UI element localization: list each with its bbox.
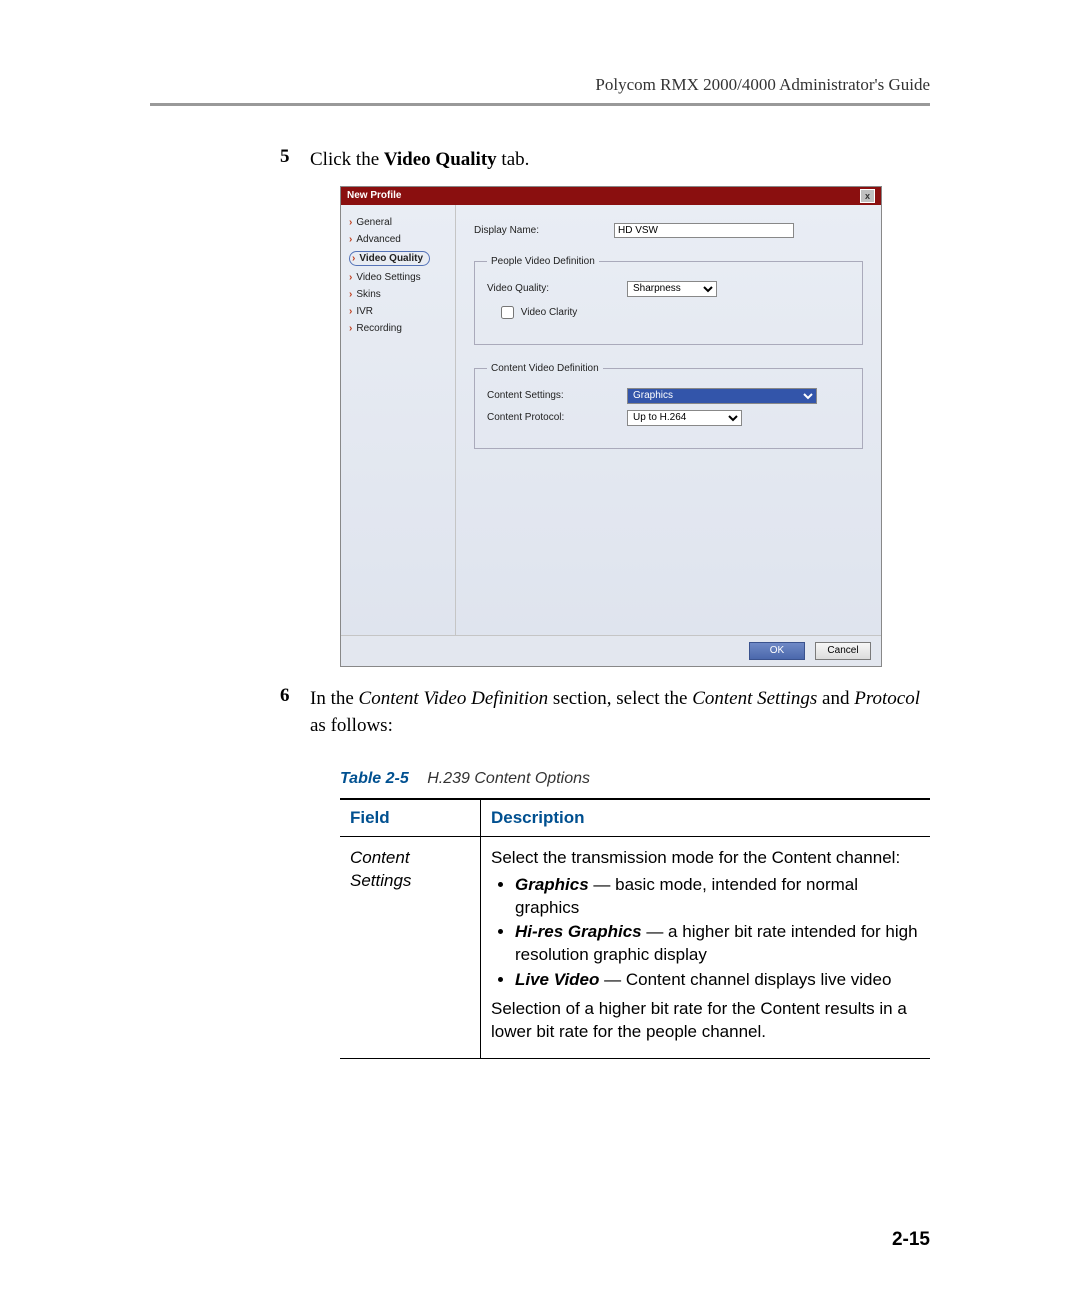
content-protocol-label: Content Protocol: <box>487 412 627 423</box>
sidebar-item-video-quality[interactable]: › Video Quality <box>347 249 449 268</box>
chevron-right-icon: › <box>352 253 355 264</box>
table-title: H.239 Content Options <box>427 770 590 787</box>
desc-bullet-2: Hi-res Graphics — a higher bit rate inte… <box>515 921 920 967</box>
display-name-label: Display Name: <box>474 225 614 236</box>
step-6-t1: In the <box>310 688 359 709</box>
step-5-post: tab. <box>497 149 530 170</box>
desc-bullet-1: Graphics — basic mode, intended for norm… <box>515 874 920 920</box>
step-5-bold: Video Quality <box>384 149 497 170</box>
sidebar-label-ivr: IVR <box>356 306 373 317</box>
step-6-t3: and <box>817 688 854 709</box>
chevron-right-icon: › <box>349 289 352 300</box>
sidebar-label-video-quality: Video Quality <box>359 253 423 264</box>
content-settings-select[interactable]: Graphics <box>627 388 817 404</box>
header-guide-title: Polycom RMX 2000/4000 Administrator's Gu… <box>150 75 930 95</box>
sidebar-label-video-settings: Video Settings <box>356 272 420 283</box>
dialog-title: New Profile <box>347 190 401 201</box>
sidebar-label-advanced: Advanced <box>356 234 400 245</box>
step-5-pre: Click the <box>310 149 384 170</box>
chevron-right-icon: › <box>349 323 352 334</box>
chevron-right-icon: › <box>349 234 352 245</box>
table-row: Content Settings Select the transmission… <box>340 836 930 1059</box>
term-livevideo: Live Video <box>515 970 599 989</box>
step-5: 5 Click the Video Quality tab. <box>280 146 930 174</box>
display-name-input[interactable] <box>614 223 794 238</box>
header-rule <box>150 103 930 106</box>
table-caption: Table 2-5 H.239 Content Options <box>340 770 930 788</box>
cancel-button[interactable]: Cancel <box>815 642 871 660</box>
sidebar-label-skins: Skins <box>356 289 380 300</box>
sidebar-item-ivr[interactable]: › IVR <box>347 304 449 319</box>
group-content-video-definition: Content Video Definition Content Setting… <box>474 363 863 449</box>
dialog-sidebar: ›General ›Advanced ›Video Quality ›Video… <box>341 205 456 635</box>
group-people-legend: People Video Definition <box>487 256 599 267</box>
chevron-right-icon: › <box>349 306 352 317</box>
video-clarity-label: Video Clarity <box>521 307 578 318</box>
ok-button[interactable]: OK <box>749 642 805 660</box>
step-6-i3: Protocol <box>854 688 920 709</box>
term-hires: Hi-res Graphics <box>515 922 642 941</box>
table-head-description: Description <box>481 799 931 837</box>
term-livevideo-text: — Content channel displays live video <box>599 970 891 989</box>
group-people-video-definition: People Video Definition Video Quality: S… <box>474 256 863 345</box>
dialog-new-profile: New Profile x ›General ›Advanced ›Video … <box>340 186 882 667</box>
step-6-i2: Content Settings <box>692 688 817 709</box>
step-6-number: 6 <box>280 685 310 707</box>
step-6-i1: Content Video Definition <box>359 688 549 709</box>
dialog-titlebar: New Profile x <box>341 187 881 205</box>
chevron-right-icon: › <box>349 217 352 228</box>
dialog-main: Display Name: People Video Definition Vi… <box>456 205 881 635</box>
close-icon[interactable]: x <box>860 189 875 203</box>
step-6-t4: as follows: <box>310 715 393 736</box>
table-row-field: Content Settings <box>340 836 481 1059</box>
step-6: 6 In the Content Video Definition sectio… <box>280 685 930 740</box>
video-quality-label: Video Quality: <box>487 283 627 294</box>
content-protocol-select[interactable]: Up to H.264 <box>627 410 742 426</box>
step-6-t2: section, select the <box>548 688 692 709</box>
table-row-description: Select the transmission mode for the Con… <box>481 836 931 1059</box>
page-number: 2-15 <box>892 1229 930 1251</box>
dialog-button-bar: OK Cancel <box>341 635 881 666</box>
video-clarity-checkbox[interactable] <box>501 306 514 319</box>
content-settings-label: Content Settings: <box>487 390 627 401</box>
step-5-number: 5 <box>280 146 310 168</box>
options-table: Field Description Content Settings Selec… <box>340 798 930 1060</box>
desc-bullet-list: Graphics — basic mode, intended for norm… <box>491 874 920 993</box>
sidebar-item-general[interactable]: › General <box>347 215 449 230</box>
chevron-right-icon: › <box>349 272 352 283</box>
desc-bullet-3: Live Video — Content channel displays li… <box>515 969 920 992</box>
group-content-legend: Content Video Definition <box>487 363 603 374</box>
term-graphics: Graphics <box>515 875 589 894</box>
sidebar-item-skins[interactable]: › Skins <box>347 287 449 302</box>
sidebar-label-recording: Recording <box>356 323 402 334</box>
table-head-field: Field <box>340 799 481 837</box>
video-quality-select[interactable]: Sharpness <box>627 281 717 297</box>
step-6-text: In the Content Video Definition section,… <box>310 685 930 740</box>
desc-intro: Select the transmission mode for the Con… <box>491 847 920 870</box>
sidebar-item-recording[interactable]: › Recording <box>347 321 449 336</box>
sidebar-item-advanced[interactable]: › Advanced <box>347 232 449 247</box>
step-5-text: Click the Video Quality tab. <box>310 146 529 174</box>
table-number: Table 2-5 <box>340 770 409 787</box>
sidebar-label-general: General <box>356 217 392 228</box>
sidebar-item-video-settings[interactable]: › Video Settings <box>347 270 449 285</box>
desc-outro: Selection of a higher bit rate for the C… <box>491 998 920 1044</box>
